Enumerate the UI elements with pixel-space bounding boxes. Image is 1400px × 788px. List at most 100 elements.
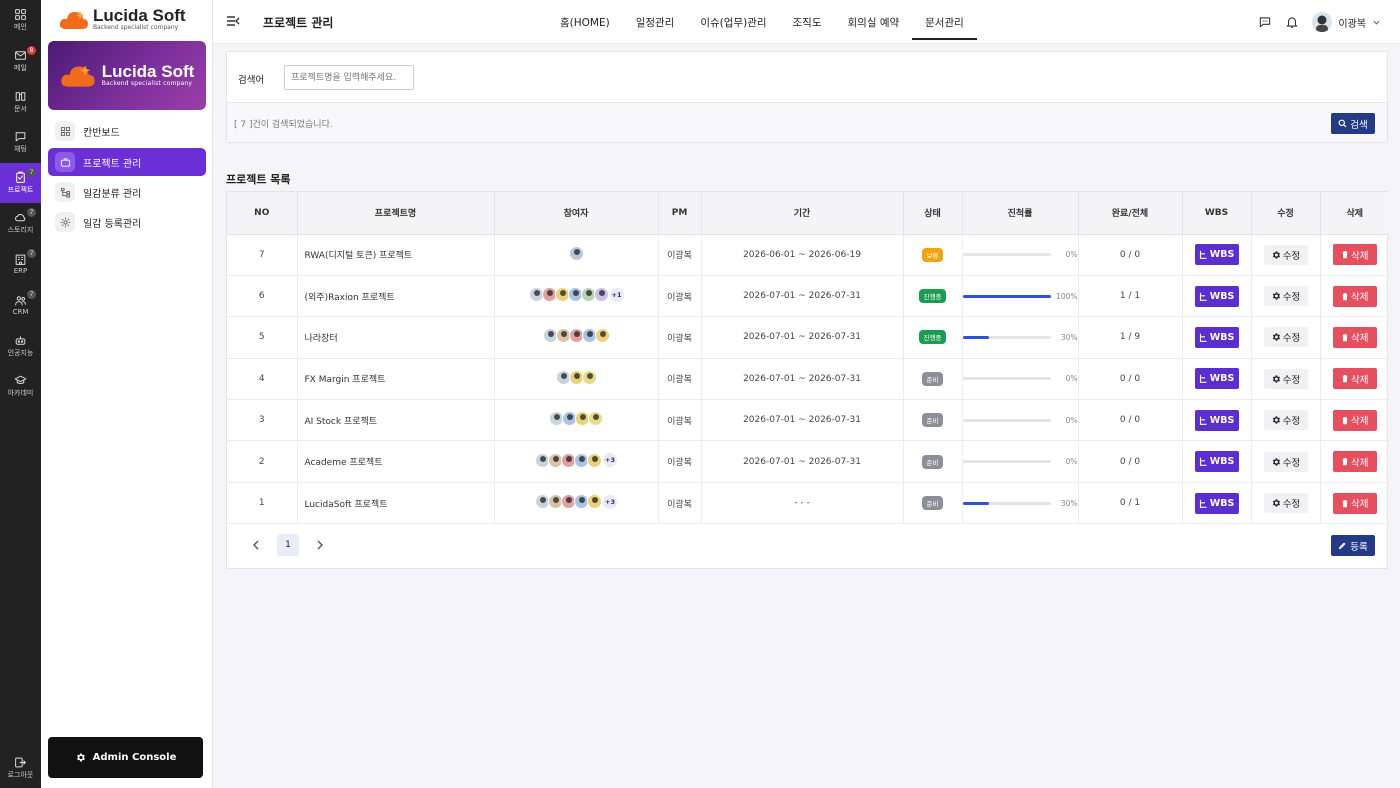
rail-badge: 7 bbox=[27, 208, 36, 217]
delete-button[interactable]: 삭제 bbox=[1332, 285, 1377, 307]
project-name-link[interactable]: RWA(디지털 토큰) 프로젝트 bbox=[297, 234, 495, 276]
project-search-input[interactable] bbox=[284, 65, 414, 90]
delete-button[interactable]: 삭제 bbox=[1332, 244, 1377, 266]
bell-icon[interactable] bbox=[1285, 15, 1299, 29]
hierarchy-icon bbox=[1199, 499, 1207, 508]
project-name-link[interactable]: FX Margin 프로젝트 bbox=[297, 358, 495, 401]
delete-cell: 삭제 bbox=[1320, 275, 1389, 318]
table-row: 5 나라장터 이광복 2026-07-01 ~ 2026-07-31 진행중 30% 1 /… bbox=[227, 316, 1389, 359]
submenu-item-1[interactable]: 칸반보드 bbox=[48, 117, 206, 145]
search-button[interactable]: 검색 bbox=[1331, 113, 1375, 134]
done-total-cell: 0 / 0 bbox=[1078, 358, 1183, 401]
gear-icon bbox=[1272, 416, 1280, 424]
wbs-button[interactable]: WBS bbox=[1194, 368, 1239, 390]
menu-collapse-icon[interactable] bbox=[226, 15, 240, 27]
top-nav-item[interactable]: 문서관리 bbox=[912, 0, 977, 44]
admin-console-button[interactable]: Admin Console bbox=[48, 737, 203, 778]
logout-button[interactable]: 로그아웃 bbox=[0, 748, 41, 788]
register-button[interactable]: 등록 bbox=[1331, 535, 1375, 556]
edit-button[interactable]: 수정 bbox=[1263, 493, 1308, 514]
page-button-current[interactable]: 1 bbox=[277, 534, 299, 556]
edit-cell: 수정 bbox=[1251, 316, 1321, 359]
next-page-button[interactable] bbox=[309, 534, 331, 556]
table-header-row: NO 프로젝트명 참여자 PM 기간 상태 진척률 완료/전체 WBS 수정 삭제 bbox=[227, 192, 1389, 235]
delete-button-label: 삭제 bbox=[1351, 333, 1369, 345]
top-logo[interactable]: Lucida Soft Backend specialist company bbox=[59, 7, 186, 31]
chevron-down-icon bbox=[1373, 20, 1380, 25]
delete-button-label: 삭제 bbox=[1351, 457, 1369, 469]
more-participants-badge: +1 bbox=[609, 287, 624, 302]
wbs-button[interactable]: WBS bbox=[1194, 492, 1239, 514]
rail-item-cloud[interactable]: 스토리지 7 bbox=[0, 203, 41, 243]
project-name-link[interactable]: (외주)Raxion 프로젝트 bbox=[297, 275, 495, 318]
delete-button[interactable]: 삭제 bbox=[1332, 409, 1377, 431]
user-menu[interactable]: 이광복 bbox=[1312, 12, 1381, 32]
submenu-item-4[interactable]: 일감 등록관리 bbox=[48, 208, 206, 236]
rail-item-mail[interactable]: 메일 8 bbox=[0, 41, 41, 81]
project-name-link[interactable]: 나라장터 bbox=[297, 316, 495, 359]
edit-button[interactable]: 수정 bbox=[1263, 244, 1308, 265]
gear-icon bbox=[1272, 375, 1280, 383]
top-nav-item[interactable]: 일정관리 bbox=[623, 0, 688, 44]
prev-page-button[interactable] bbox=[245, 534, 267, 556]
done-total-cell: 0 / 0 bbox=[1078, 234, 1183, 276]
submenu-item-3[interactable]: 일감분류 관리 bbox=[48, 178, 206, 206]
rail-item-clipboard[interactable]: 프로젝트 7 bbox=[0, 163, 41, 203]
top-nav-item[interactable]: 조직도 bbox=[780, 0, 835, 44]
edit-button-label: 수정 bbox=[1282, 499, 1301, 511]
status-badge: 준비 bbox=[921, 454, 944, 469]
rail-item-users[interactable]: CRM 7 bbox=[0, 285, 41, 325]
edit-button[interactable]: 수정 bbox=[1263, 410, 1308, 431]
top-nav-item[interactable]: 회의실 예약 bbox=[835, 0, 913, 44]
robot-icon bbox=[15, 336, 26, 345]
sub-sidebar: Lucida Soft Backend specialist company L… bbox=[41, 0, 213, 788]
search-label: 검색어 bbox=[238, 75, 265, 86]
delete-button[interactable]: 삭제 bbox=[1332, 368, 1377, 390]
pencil-icon bbox=[1339, 542, 1346, 550]
rail-item-chat[interactable]: 채팅 bbox=[0, 122, 41, 162]
column-header: PM bbox=[658, 192, 702, 235]
wbs-button[interactable]: WBS bbox=[1194, 409, 1239, 431]
delete-button-label: 삭제 bbox=[1351, 416, 1369, 428]
delete-button[interactable]: 삭제 bbox=[1332, 492, 1377, 514]
rail-item-graduation-cap[interactable]: 아카데미 bbox=[0, 366, 41, 406]
submenu-item-2[interactable]: 프로젝트 관리 bbox=[48, 148, 206, 176]
wbs-button-label: WBS bbox=[1209, 331, 1235, 343]
briefcase-icon bbox=[60, 157, 70, 167]
wbs-button[interactable]: WBS bbox=[1194, 285, 1239, 307]
message-icon[interactable] bbox=[1258, 15, 1272, 29]
edit-cell: 수정 bbox=[1251, 482, 1321, 525]
delete-button[interactable]: 삭제 bbox=[1332, 451, 1377, 473]
wbs-cell: WBS bbox=[1182, 440, 1252, 483]
progress-track bbox=[962, 501, 1051, 505]
top-nav-item[interactable]: 이슈(업무)관리 bbox=[687, 0, 779, 44]
wbs-button[interactable]: WBS bbox=[1194, 326, 1239, 348]
rail-item-grid[interactable]: 메인 bbox=[0, 0, 41, 40]
edit-button[interactable]: 수정 bbox=[1263, 286, 1308, 307]
project-name-link[interactable]: AI Stock 프로젝트 bbox=[297, 399, 495, 442]
wbs-button[interactable]: WBS bbox=[1194, 244, 1239, 266]
rail-item-robot[interactable]: 인공지능 bbox=[0, 326, 41, 366]
edit-button[interactable]: 수정 bbox=[1263, 327, 1308, 348]
wbs-button[interactable]: WBS bbox=[1194, 451, 1239, 473]
participants-cell bbox=[494, 316, 659, 359]
submenu-item-label: 칸반보드 bbox=[83, 127, 120, 139]
project-name-link[interactable]: LucidaSoft 프로젝트 bbox=[297, 482, 495, 525]
top-nav-item[interactable]: 홈(HOME) bbox=[547, 0, 623, 44]
row-no: 2 bbox=[227, 440, 298, 483]
hierarchy-icon bbox=[1199, 416, 1207, 425]
delete-button[interactable]: 삭제 bbox=[1332, 326, 1377, 348]
row-no: 5 bbox=[227, 316, 298, 359]
hierarchy-icon bbox=[1199, 250, 1207, 259]
status-cell: 준비 bbox=[903, 399, 963, 442]
rail-item-book[interactable]: 문서 bbox=[0, 82, 41, 122]
progress-percent: 30% bbox=[1060, 332, 1078, 342]
edit-button[interactable]: 수정 bbox=[1263, 368, 1308, 389]
edit-button[interactable]: 수정 bbox=[1263, 451, 1308, 472]
rail-item-building[interactable]: ERP 7 bbox=[0, 244, 41, 284]
project-name-link[interactable]: Academe 프로젝트 bbox=[297, 440, 495, 483]
participant-avatar bbox=[587, 494, 602, 510]
edit-button-label: 수정 bbox=[1282, 292, 1301, 304]
wbs-button-label: WBS bbox=[1209, 290, 1235, 302]
pm-cell: 이광복 bbox=[658, 316, 702, 359]
